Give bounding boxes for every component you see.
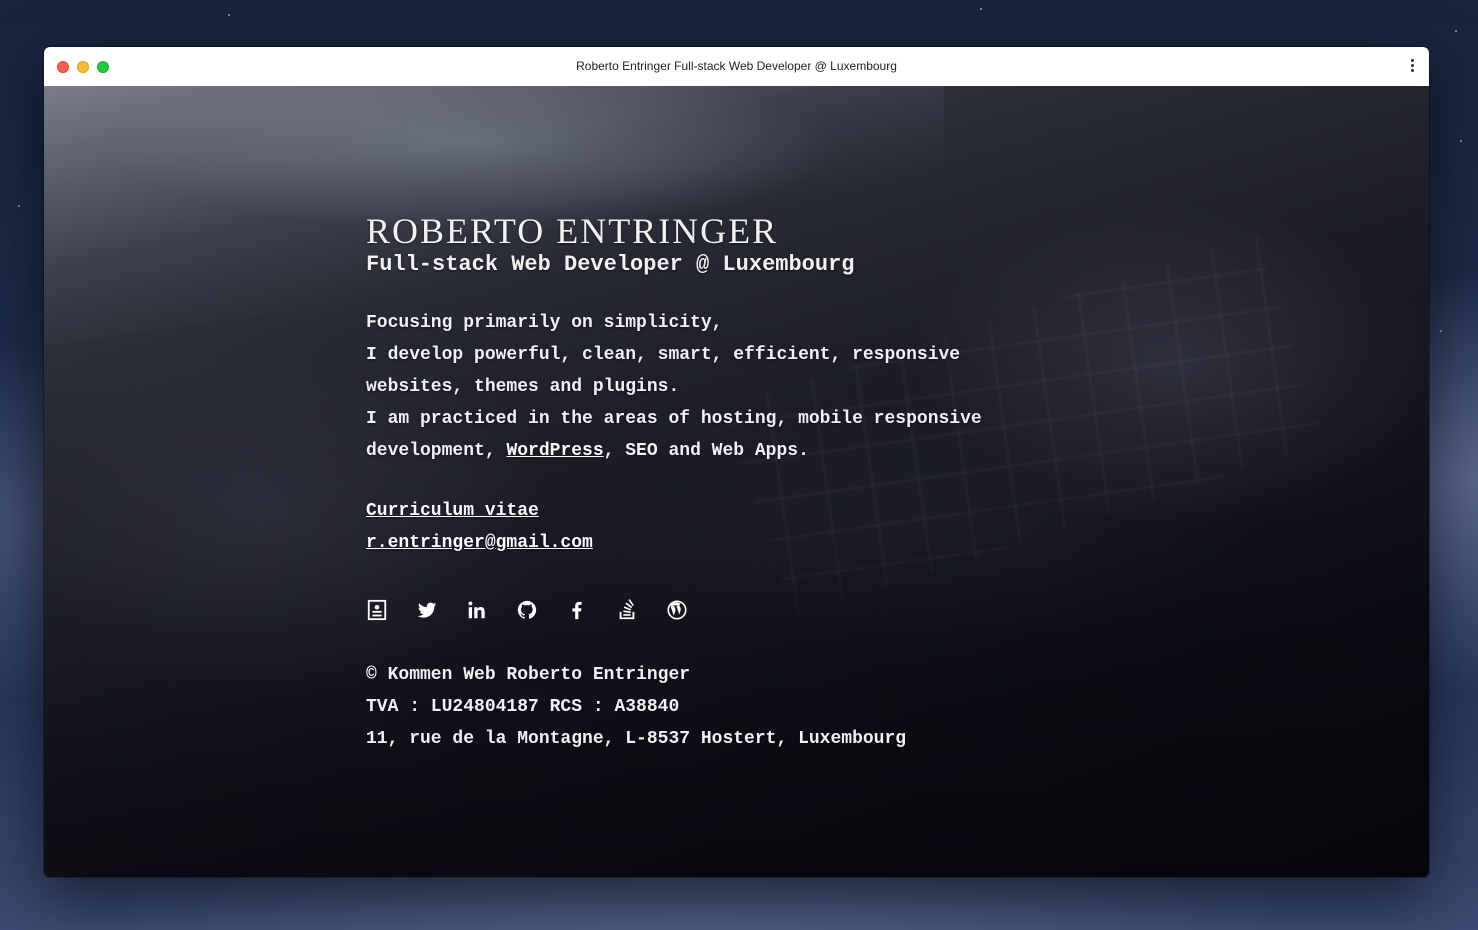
title-bar: Roberto Entringer Full-stack Web Develop…: [44, 47, 1429, 87]
more-options-icon[interactable]: [1409, 59, 1415, 75]
page-title: ROBERTO ENTRINGER: [366, 211, 779, 251]
star: [1440, 330, 1442, 332]
star: [980, 8, 982, 10]
main-content: ROBERTO ENTRINGER Full-stack Web Develop…: [366, 211, 1126, 755]
contact-card-icon[interactable]: [366, 599, 388, 621]
facebook-icon[interactable]: [566, 599, 588, 621]
browser-window: Roberto Entringer Full-stack Web Develop…: [44, 47, 1429, 877]
intro-paragraph: Focusing primarily on simplicity, I deve…: [366, 307, 1126, 467]
footer: © Kommen Web Roberto Entringer TVA : LU2…: [366, 659, 1126, 755]
twitter-icon[interactable]: [416, 599, 438, 621]
page-subtitle: Full-stack Web Developer @ Luxembourg: [366, 252, 855, 277]
star: [18, 205, 20, 207]
github-icon[interactable]: [516, 599, 538, 621]
star: [228, 14, 230, 16]
wordpress-link[interactable]: WordPress: [506, 441, 603, 461]
intro-line: websites, themes and plugins.: [366, 377, 680, 397]
intro-text: development,: [366, 441, 507, 461]
contact-links: Curriculum vitae r.entringer@gmail.com: [366, 495, 1126, 559]
address: 11, rue de la Montagne, L-8537 Hostert, …: [366, 729, 907, 749]
intro-line: development, WordPress, SEO and Web Apps…: [366, 435, 1126, 467]
linkedin-icon[interactable]: [466, 599, 488, 621]
window-title: Roberto Entringer Full-stack Web Develop…: [576, 59, 897, 73]
intro-line: Focusing primarily on simplicity,: [366, 313, 723, 333]
email-link[interactable]: r.entringer@gmail.com: [366, 527, 593, 559]
stackoverflow-icon[interactable]: [616, 599, 638, 621]
copyright-text: © Kommen Web Roberto Entringer: [366, 665, 691, 685]
star: [1460, 140, 1462, 142]
intro-line: I am practiced in the areas of hosting, …: [366, 409, 982, 429]
curriculum-vitae-link[interactable]: Curriculum vitae: [366, 495, 539, 527]
wordpress-icon[interactable]: [666, 599, 688, 621]
page-viewport: ROBERTO ENTRINGER Full-stack Web Develop…: [44, 86, 1429, 877]
star: [1455, 30, 1457, 32]
intro-line: I develop powerful, clean, smart, effici…: [366, 345, 961, 365]
intro-text: , SEO and Web Apps.: [603, 441, 809, 461]
social-links: [366, 599, 1126, 621]
tax-info: TVA : LU24804187 RCS : A38840: [366, 697, 680, 717]
